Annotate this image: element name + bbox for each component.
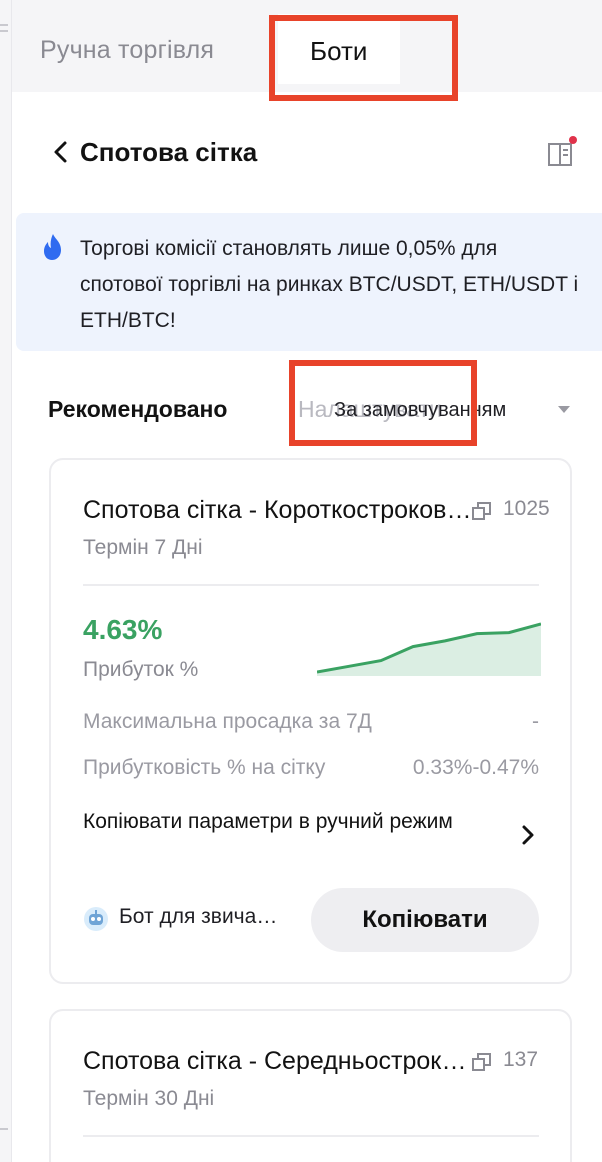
copy-count-icon: [472, 502, 491, 520]
book-icon[interactable]: [546, 136, 578, 168]
banner-text: Торгові комісії становлять лише 0,05% дл…: [80, 237, 579, 332]
max-drawdown-value: -: [532, 710, 539, 733]
strategy-title: Спотова сітка - Короткостроковий: [83, 496, 473, 524]
strategy-card[interactable]: Спотова сітка - Короткостроковий 1025 Те…: [49, 458, 572, 984]
tab-manual-trading[interactable]: Ручна торгівля: [40, 36, 214, 65]
left-gutter: [0, 0, 12, 1162]
recommended-heading: Рекомендовано: [48, 396, 228, 422]
copy-count: 137: [503, 1048, 539, 1071]
chevron-left-icon[interactable]: [52, 140, 68, 164]
copy-count-icon: [472, 1053, 491, 1071]
fire-icon: [44, 234, 61, 260]
caret-down-icon[interactable]: [558, 406, 570, 413]
grid-profit-value: 0.33%-0.47%: [412, 756, 539, 779]
divider: [83, 1135, 539, 1137]
page-header: Спотова сітка: [12, 92, 602, 212]
chevron-right-icon[interactable]: [521, 824, 535, 846]
robot-avatar-icon: [84, 907, 108, 931]
divider: [83, 584, 539, 586]
grid-profit-row: Прибутковість % на сітку 0.33%-0.47%: [83, 756, 539, 780]
pnl-label: Прибуток %: [83, 658, 199, 681]
highlight-box-bots: [269, 15, 458, 101]
max-drawdown-label: Максимальна просадка за 7Д: [83, 710, 372, 733]
bot-type-label: Бот для звичайних користувачів: [119, 905, 289, 928]
copy-button[interactable]: Копіювати: [311, 888, 539, 952]
page-title: Спотова сітка: [80, 137, 258, 167]
copy-count: 1025: [503, 497, 550, 520]
strategy-card[interactable]: Спотова сітка - Середньостроковий 137 Те…: [49, 1009, 572, 1162]
pnl-value: 4.63%: [83, 614, 163, 645]
highlight-box-sort: [289, 360, 477, 446]
max-drawdown-row: Максимальна просадка за 7Д -: [83, 710, 539, 734]
pnl-sparkline: [317, 622, 541, 676]
copy-params-link[interactable]: Копіювати параметри в ручний режим: [83, 808, 463, 836]
strategy-title: Спотова сітка - Середньостроковий: [83, 1047, 473, 1075]
strategy-term: Термін 30 Дні: [83, 1087, 215, 1110]
strategy-term: Термін 7 Дні: [83, 536, 203, 559]
grid-profit-label: Прибутковість % на сітку: [83, 756, 326, 779]
fee-promo-banner: Торгові комісії становлять лише 0,05% дл…: [16, 213, 602, 351]
